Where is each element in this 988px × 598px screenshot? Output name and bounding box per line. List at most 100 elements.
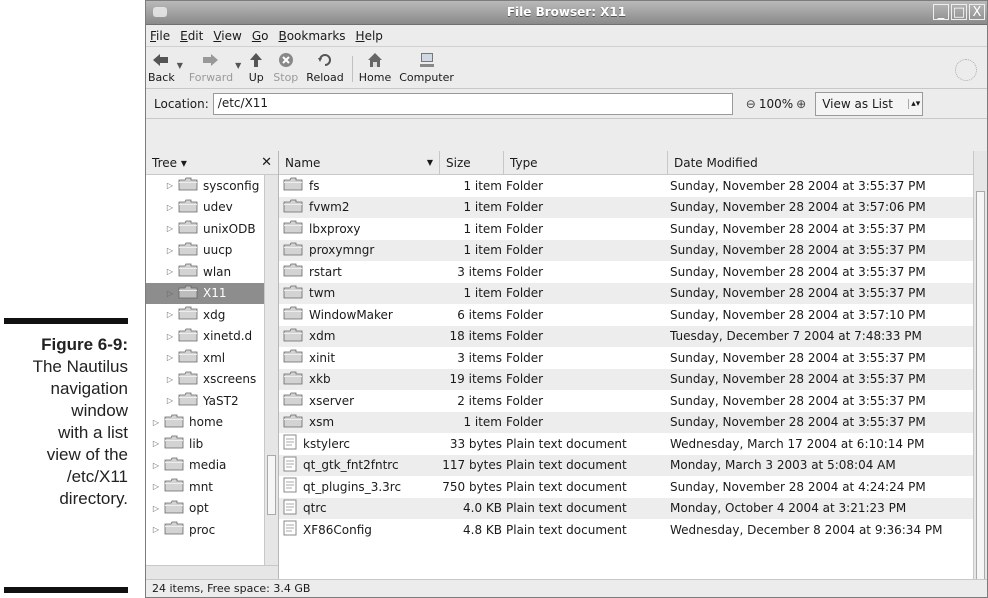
folder-icon	[178, 371, 198, 388]
file-row[interactable]: xdm 18 items Folder Tuesday, December 7 …	[279, 325, 973, 347]
expander-triangle-icon[interactable]: ▷	[150, 482, 162, 491]
file-row[interactable]: rstart 3 items Folder Sunday, November 2…	[279, 261, 973, 283]
file-row[interactable]: qt_plugins_3.3rc 750 bytes Plain text do…	[279, 476, 973, 498]
expander-triangle-icon[interactable]: ▷	[164, 203, 176, 212]
close-sidebar-icon[interactable]: ✕	[261, 155, 272, 170]
file-row[interactable]: proxymngr 1 item Folder Sunday, November…	[279, 239, 973, 261]
folder-icon	[164, 521, 184, 538]
file-row[interactable]: twm 1 item Folder Sunday, November 28 20…	[279, 282, 973, 304]
title-bar[interactable]: File Browser: X11 _ □ X	[146, 1, 987, 25]
expander-triangle-icon[interactable]: ▷	[164, 353, 176, 362]
menu-file[interactable]: File	[150, 29, 170, 43]
up-button[interactable]: Up	[247, 52, 265, 84]
file-name: WindowMaker	[309, 307, 393, 322]
tree-node[interactable]: ▷ xdg	[146, 304, 264, 326]
menu-bookmarks[interactable]: Bookmarks	[278, 29, 345, 43]
sidebar-horizontal-scrollbar[interactable]	[146, 565, 278, 579]
expander-triangle-icon[interactable]: ▷	[164, 267, 176, 276]
expander-triangle-icon[interactable]: ▷	[150, 504, 162, 513]
file-date: Sunday, November 28 2004 at 3:57:10 PM	[670, 307, 926, 322]
view-as-select[interactable]: View as List ▴▾	[815, 91, 924, 116]
expander-triangle-icon[interactable]: ▷	[164, 181, 176, 190]
forward-history-dropdown-icon[interactable]: ▼	[235, 61, 241, 70]
tree-node[interactable]: ▷ xscreens	[146, 369, 264, 391]
expander-triangle-icon[interactable]: ▷	[164, 396, 176, 405]
column-type[interactable]: Type	[504, 151, 668, 174]
file-row[interactable]: fvwm2 1 item Folder Sunday, November 28 …	[279, 196, 973, 218]
activity-throbber-icon	[955, 59, 977, 81]
file-size: 33 bytes	[449, 436, 502, 451]
forward-label: Forward	[188, 71, 234, 84]
column-size[interactable]: Size	[440, 151, 504, 174]
tree-node[interactable]: ▷ xml	[146, 347, 264, 369]
tree-node[interactable]: ▷ home	[146, 412, 264, 434]
file-row[interactable]: fs 1 item Folder Sunday, November 28 200…	[279, 175, 973, 197]
menu-view[interactable]: View	[213, 29, 241, 43]
expander-triangle-icon[interactable]: ▷	[164, 224, 176, 233]
folder-icon	[283, 349, 303, 366]
file-row[interactable]: xsm 1 item Folder Sunday, November 28 20…	[279, 411, 973, 433]
location-input[interactable]: /etc/X11	[212, 92, 733, 115]
file-row[interactable]: kstylerc 33 bytes Plain text document We…	[279, 433, 973, 455]
tree-node[interactable]: ▷ proc	[146, 519, 264, 541]
file-row[interactable]: lbxproxy 1 item Folder Sunday, November …	[279, 218, 973, 240]
tree-node[interactable]: ▷ sysconfig	[146, 175, 264, 197]
forward-button[interactable]: Forward	[189, 52, 233, 84]
stop-button[interactable]: Stop	[273, 52, 298, 84]
close-button[interactable]: X	[969, 4, 985, 20]
file-type: Folder	[506, 307, 544, 322]
back-history-dropdown-icon[interactable]: ▼	[177, 61, 183, 70]
content-area: Tree ▾ ✕ ▷ sysconfig ▷ udev ▷ unixODB ▷ uuc…	[146, 151, 987, 581]
zoom-in-icon[interactable]: ⊕	[796, 97, 806, 111]
list-vertical-scrollbar[interactable]	[973, 151, 987, 581]
tree-node[interactable]: ▷ mnt	[146, 476, 264, 498]
expander-triangle-icon[interactable]: ▷	[164, 332, 176, 341]
maximize-button[interactable]: □	[951, 4, 967, 20]
folder-icon	[283, 328, 303, 345]
tree-node[interactable]: ▷ media	[146, 455, 264, 477]
expander-triangle-icon[interactable]: ▷	[164, 289, 176, 298]
tree-node[interactable]: ▷ X11	[146, 282, 264, 304]
reload-button[interactable]: Reload	[306, 52, 344, 84]
file-row[interactable]: XF86Config 4.8 KB Plain text document We…	[279, 519, 973, 541]
tree-node[interactable]: ▷ opt	[146, 498, 264, 520]
home-button[interactable]: Home	[359, 52, 391, 84]
menu-help[interactable]: Help	[356, 29, 383, 43]
menu-edit[interactable]: Edit	[180, 29, 203, 43]
text-document-icon	[283, 434, 297, 453]
tree-node[interactable]: ▷ lib	[146, 433, 264, 455]
computer-button[interactable]: Computer	[399, 52, 454, 84]
sidebar-vertical-scrollbar[interactable]	[264, 175, 278, 565]
file-row[interactable]: xinit 3 items Folder Sunday, November 28…	[279, 347, 973, 369]
tree-node[interactable]: ▷ udev	[146, 197, 264, 219]
column-name[interactable]: Name ▼	[279, 151, 440, 174]
file-row[interactable]: WindowMaker 6 items Folder Sunday, Novem…	[279, 304, 973, 326]
zoom-out-icon[interactable]: ⊖	[746, 97, 756, 111]
tree-node[interactable]: ▷ uucp	[146, 240, 264, 262]
zoom-level[interactable]: 100%	[759, 97, 793, 111]
file-row[interactable]: xkb 19 items Folder Sunday, November 28 …	[279, 368, 973, 390]
tree-node[interactable]: ▷ YaST2	[146, 390, 264, 412]
minimize-button[interactable]: _	[933, 4, 949, 20]
status-bar: 24 items, Free space: 3.4 GB	[146, 579, 987, 597]
file-size: 3 items	[457, 264, 502, 279]
expander-triangle-icon[interactable]: ▷	[164, 310, 176, 319]
stop-icon	[277, 52, 295, 68]
file-row[interactable]: xserver 2 items Folder Sunday, November …	[279, 390, 973, 412]
expander-triangle-icon[interactable]: ▷	[150, 525, 162, 534]
tree-node[interactable]: ▷ unixODB	[146, 218, 264, 240]
back-button[interactable]: Back	[148, 52, 175, 84]
expander-triangle-icon[interactable]: ▷	[150, 461, 162, 470]
expander-triangle-icon[interactable]: ▷	[164, 375, 176, 384]
file-row[interactable]: qtrc 4.0 KB Plain text document Monday, …	[279, 497, 973, 519]
tree-node[interactable]: ▷ xinetd.d	[146, 326, 264, 348]
tree-node[interactable]: ▷ wlan	[146, 261, 264, 283]
expander-triangle-icon[interactable]: ▷	[164, 246, 176, 255]
file-size: 2 items	[457, 393, 502, 408]
file-row[interactable]: qt_gtk_fnt2fntrc 117 bytes Plain text do…	[279, 454, 973, 476]
expander-triangle-icon[interactable]: ▷	[150, 418, 162, 427]
expander-triangle-icon[interactable]: ▷	[150, 439, 162, 448]
sidebar-mode-select[interactable]: Tree ▾	[152, 156, 187, 170]
column-date-modified[interactable]: Date Modified	[668, 151, 987, 174]
menu-go[interactable]: Go	[252, 29, 269, 43]
